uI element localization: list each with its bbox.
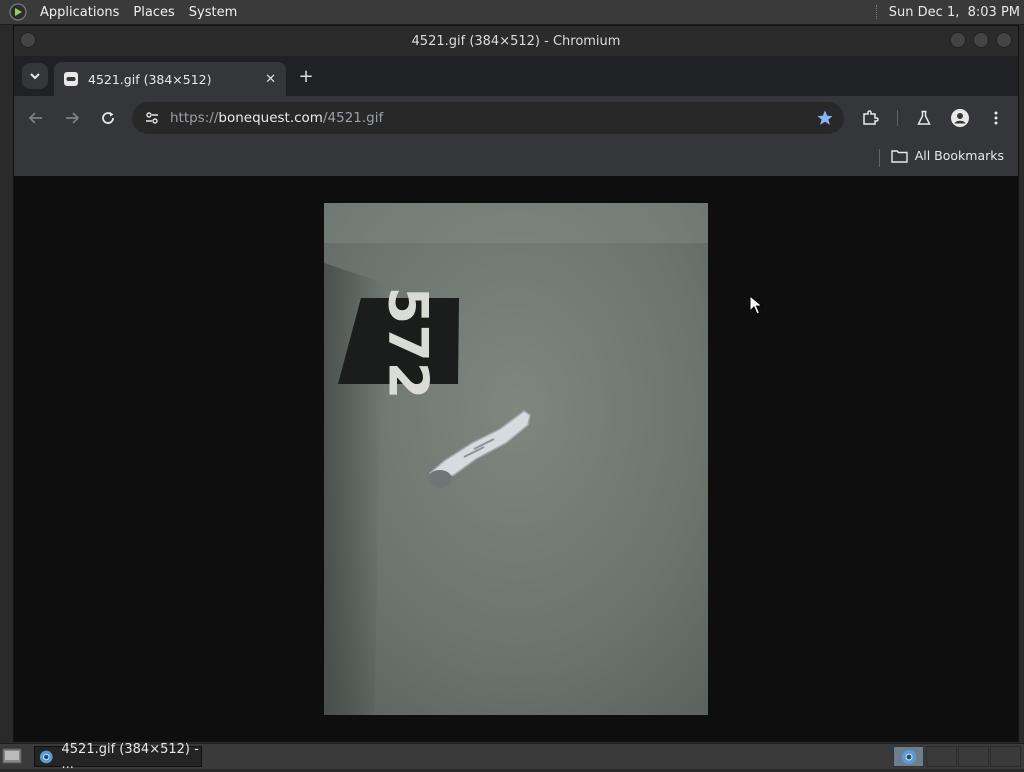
page-content: 572	[14, 176, 1018, 741]
forward-button[interactable]	[58, 104, 86, 132]
url-path: /4521.gif	[322, 110, 384, 126]
chevron-down-icon	[30, 73, 40, 80]
url-host: bonequest.com	[218, 110, 323, 126]
painted-number: 572	[376, 287, 439, 400]
close-window-icon[interactable]	[996, 32, 1012, 48]
bottom-taskbar: 4521.gif (384×512) - ...	[0, 742, 1024, 772]
all-bookmarks-button[interactable]: All Bookmarks	[890, 148, 1004, 163]
gnome-foot-icon[interactable]	[9, 3, 27, 21]
menu-applications[interactable]: Applications	[33, 5, 126, 20]
bookmarks-bar: All Bookmarks	[14, 140, 1018, 177]
workspace-3[interactable]	[958, 746, 989, 767]
window-titlebar[interactable]: 4521.gif (384×512) - Chromium	[14, 26, 1018, 56]
tab-active[interactable]: 4521.gif (384×512) ✕	[54, 62, 286, 96]
address-bar[interactable]: https://bonequest.com/4521.gif	[132, 102, 844, 134]
extensions-button[interactable]	[856, 104, 884, 132]
browser-window: 4521.gif (384×512) - Chromium 4521.gif (…	[13, 25, 1019, 742]
minimize-icon[interactable]	[950, 32, 966, 48]
bookmark-star-icon[interactable]	[816, 109, 834, 127]
menu-system[interactable]: System	[182, 5, 244, 20]
show-desktop-icon[interactable]	[2, 747, 22, 765]
panel-separator	[875, 5, 879, 19]
taskbar-item-chromium[interactable]: 4521.gif (384×512) - ...	[34, 742, 202, 772]
chromium-icon	[39, 750, 53, 763]
arrow-right-icon	[66, 112, 80, 124]
flask-icon	[917, 110, 931, 125]
puzzle-icon	[863, 110, 879, 125]
all-bookmarks-label: All Bookmarks	[914, 148, 1004, 163]
clock[interactable]: Sun Dec 1, 8:03 PM	[889, 5, 1020, 20]
taskbar-item-label: 4521.gif (384×512) - ...	[61, 741, 199, 772]
chromium-tray-icon	[901, 749, 916, 764]
top-panel: Applications Places System Sun Dec 1, 8:…	[0, 0, 1024, 25]
new-tab-button[interactable]: +	[296, 66, 316, 87]
tab-search-button[interactable]	[22, 63, 48, 89]
avatar-icon	[951, 109, 969, 127]
reload-icon	[102, 112, 114, 124]
maximize-icon[interactable]	[973, 32, 989, 48]
site-info-icon[interactable]	[144, 110, 160, 126]
tab-title: 4521.gif (384×512)	[88, 71, 212, 87]
reload-button[interactable]	[94, 104, 122, 132]
back-button[interactable]	[22, 104, 50, 132]
folder-icon	[890, 149, 908, 163]
tab-close-icon[interactable]: ✕	[265, 72, 276, 87]
bookmarks-separator	[879, 149, 880, 167]
menu-places[interactable]: Places	[126, 5, 181, 20]
mouse-cursor-icon	[749, 295, 763, 315]
workspace-4[interactable]	[990, 746, 1021, 767]
kebab-menu-icon	[994, 111, 998, 125]
arrow-left-icon	[28, 112, 42, 124]
favicon-icon	[64, 72, 78, 86]
window-menu-icon[interactable]	[20, 32, 36, 48]
workspace-2[interactable]	[926, 746, 957, 767]
tab-strip: 4521.gif (384×512) ✕ +	[14, 56, 1018, 96]
window-title: 4521.gif (384×512) - Chromium	[411, 33, 621, 49]
profile-button[interactable]	[946, 104, 974, 132]
toolbar-separator	[897, 110, 898, 126]
browser-toolbar: https://bonequest.com/4521.gif	[14, 96, 1018, 140]
workspace-switcher[interactable]	[893, 746, 924, 767]
url-scheme: https://	[170, 110, 219, 126]
gif-image[interactable]: 572	[324, 203, 708, 715]
menu-button[interactable]	[982, 104, 1010, 132]
labs-button[interactable]	[910, 104, 938, 132]
